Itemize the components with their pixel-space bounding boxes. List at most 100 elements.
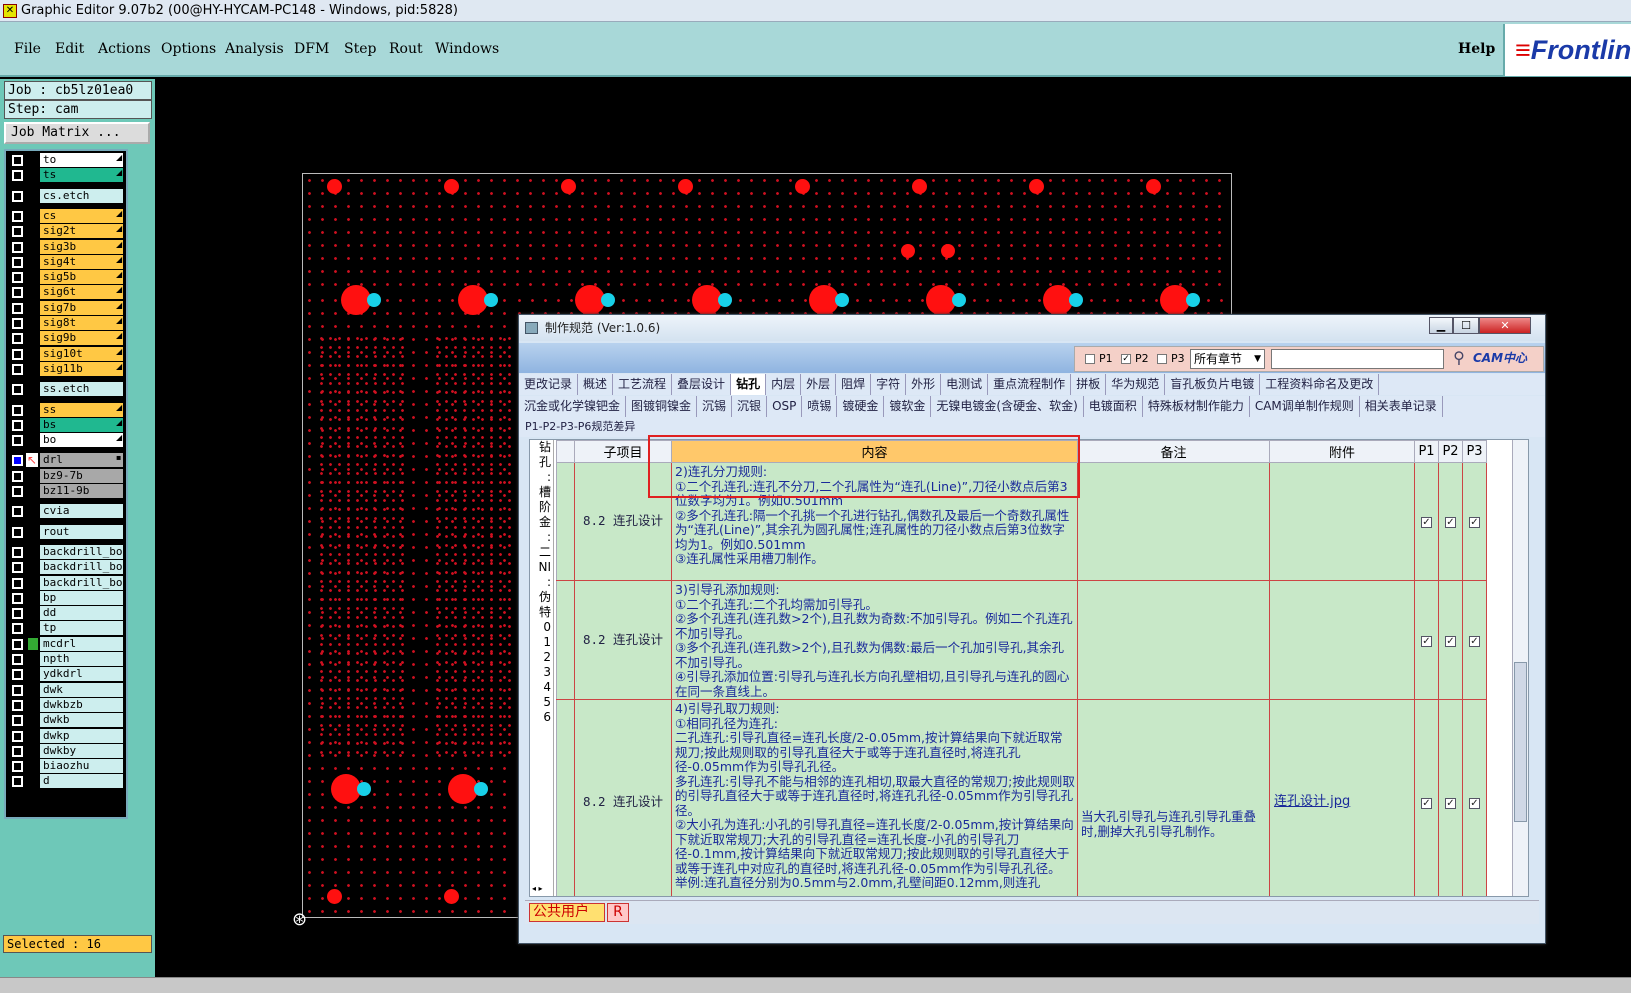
cell-attachment[interactable] <box>1269 462 1415 581</box>
layer-row-sig11b[interactable]: sig11b ◢ <box>6 361 126 377</box>
tab-tabs_row1-13[interactable]: 华为规范 <box>1106 374 1166 395</box>
tab-tabs_row1-1[interactable]: 概述 <box>578 374 614 395</box>
table-row[interactable]: 8.2 连孔设计 4)引导孔取刀规则: ①相同孔径为连孔: 二孔连孔:引导孔直径=… <box>556 699 1487 896</box>
tab-tabs_row2-8[interactable]: 无镍电镀金(含硬金、软金) <box>931 396 1084 417</box>
cell-p3[interactable]: ✓ <box>1462 462 1487 581</box>
search-icon[interactable]: ⚲ <box>1448 348 1470 370</box>
layer-checkbox[interactable] <box>12 506 23 518</box>
layer-checkbox[interactable] <box>12 761 23 773</box>
layer-checkbox[interactable] <box>12 546 23 558</box>
layer-name[interactable]: sig6t <box>40 285 123 300</box>
tab-tabs_row2-0[interactable]: 沉金或化学镍钯金 <box>519 396 627 417</box>
p2-check-icon[interactable]: ✓ <box>1445 517 1456 529</box>
menu-options[interactable]: Options <box>161 41 216 57</box>
tab-tabs_row2-1[interactable]: 图镀铜镍金 <box>626 396 698 417</box>
layer-name[interactable]: dwkbzb <box>40 697 123 712</box>
cell-note[interactable] <box>1077 462 1270 581</box>
layer-name[interactable]: npth <box>40 652 123 666</box>
layer-row-dwk[interactable]: dwk <box>6 682 126 698</box>
tab-tabs_row2-10[interactable]: 特殊板材制作能力 <box>1143 396 1250 417</box>
layer-row-ts[interactable]: ts ◢ <box>6 168 126 183</box>
layer-name[interactable]: ss.etch <box>40 382 123 397</box>
layer-name[interactable]: ydkdrl <box>40 667 123 682</box>
cell-p3[interactable]: ✓ <box>1462 699 1487 896</box>
tab-tabs_row2-11[interactable]: CAM调单制作规则 <box>1250 396 1360 417</box>
table-row[interactable]: 8.2 连孔设计 2)连孔分刀规则: ①二个孔连孔:连孔不分刀,二个孔属性为“连孔… <box>556 462 1487 581</box>
table-row[interactable]: 8.2 连孔设计 3)引导孔添加规则: ①二个孔连孔:二个孔均需加引导孔。 ②多个… <box>556 580 1487 700</box>
layer-row-dwkby[interactable]: dwkby <box>6 743 126 759</box>
layer-row-ss[interactable]: ss ◢ <box>6 402 126 418</box>
cell-p1[interactable]: ✓ <box>1414 699 1439 896</box>
layer-name[interactable]: cs <box>40 208 123 223</box>
layer-checkbox[interactable] <box>12 455 23 467</box>
layer-name[interactable]: to <box>40 153 123 167</box>
layer-row-dwkbzb[interactable]: dwkbzb <box>6 697 126 713</box>
layer-name[interactable]: dwkp <box>40 728 123 743</box>
layer-row-cs.etch[interactable]: cs.etch <box>6 188 126 204</box>
tab-tabs_row1-3[interactable]: 叠层设计 <box>672 374 732 395</box>
layer-row-bz9-7b[interactable]: bz9-7b <box>6 468 126 484</box>
layer-checkbox[interactable] <box>12 272 23 284</box>
layer-checkbox[interactable] <box>12 592 23 604</box>
layer-checkbox[interactable] <box>12 302 23 314</box>
menu-edit[interactable]: Edit <box>55 41 84 57</box>
cell-sub-item[interactable]: 8.2 连孔设计 <box>574 462 672 581</box>
layer-row-d[interactable]: d <box>6 774 126 789</box>
layer-row-cs[interactable]: cs ◢ <box>6 208 126 224</box>
tab-tabs_row2-3[interactable]: 沉银 <box>732 396 768 417</box>
menu-step[interactable]: Step <box>344 41 376 57</box>
col-header-p3[interactable]: P3 <box>1462 440 1487 463</box>
menu-analysis[interactable]: Analysis <box>225 41 284 57</box>
layer-name[interactable]: sig7b <box>40 300 123 315</box>
layer-row-sig2t[interactable]: sig2t ◢ <box>6 224 126 239</box>
layer-checkbox[interactable] <box>12 715 23 727</box>
menu-windows[interactable]: Windows <box>435 41 499 57</box>
layer-row-dwkp[interactable]: dwkp <box>6 728 126 744</box>
layer-row-sig8t[interactable]: sig8t ◢ <box>6 316 126 331</box>
layer-name[interactable]: backdrill_bo <box>40 544 123 559</box>
layer-checkbox[interactable] <box>12 287 23 299</box>
layer-checkbox[interactable] <box>12 170 23 182</box>
cell-attachment[interactable]: 连孔设计.jpg <box>1269 699 1415 896</box>
layer-checkbox[interactable] <box>12 486 23 497</box>
layer-checkbox[interactable] <box>12 435 23 447</box>
tab-tabs_row1-11[interactable]: 重点流程制作 <box>988 374 1072 395</box>
p1-check-icon[interactable]: ✓ <box>1421 797 1432 809</box>
layer-name[interactable]: dwkby <box>40 743 123 758</box>
layer-name[interactable]: dwk <box>40 682 123 697</box>
layer-row-npth[interactable]: npth <box>6 652 126 667</box>
layer-name[interactable]: sig8t <box>40 316 123 330</box>
layer-checkbox[interactable] <box>12 776 23 788</box>
cell-p2[interactable]: ✓ <box>1438 699 1463 896</box>
search-input[interactable] <box>1271 349 1444 369</box>
p1-check-icon[interactable]: ✓ <box>1421 635 1432 647</box>
cell-note[interactable]: 当大孔引导孔与连孔引导孔重叠时,删掉大孔引导孔制作。 <box>1077 699 1270 896</box>
row-header[interactable] <box>556 580 575 700</box>
scrollbar-thumb[interactable] <box>1514 662 1527 822</box>
layer-checkbox[interactable] <box>12 384 23 396</box>
layer-row-rout[interactable]: rout <box>6 524 126 540</box>
tab-tabs_row1-0[interactable]: 更改记录 <box>519 374 579 395</box>
cell-p2[interactable]: ✓ <box>1438 462 1463 581</box>
tab-tabs_row1-7[interactable]: 阻焊 <box>836 374 872 395</box>
layer-row-bp[interactable]: bp <box>6 590 126 606</box>
p3-check-icon[interactable]: ✓ <box>1469 517 1480 529</box>
p2-checkbox[interactable]: ✓ <box>1121 354 1131 364</box>
layer-name[interactable]: sig3b <box>40 239 123 254</box>
menu-help[interactable]: Help <box>1458 41 1495 57</box>
layer-row-sig5b[interactable]: sig5b ◢ <box>6 270 126 285</box>
layer-checkbox[interactable] <box>12 577 23 589</box>
layer-row-bz11-9b[interactable]: bz11-9b <box>6 484 126 499</box>
layer-name[interactable]: sig11b <box>40 361 123 376</box>
chapter-select[interactable]: 所有章节 ▼ <box>1190 349 1265 369</box>
layer-name[interactable]: bp <box>40 590 123 605</box>
menu-file[interactable]: File <box>14 41 41 57</box>
layer-checkbox[interactable] <box>12 745 23 757</box>
cell-sub-item[interactable]: 8.2 连孔设计 <box>574 580 672 700</box>
tab-tabs_row2-4[interactable]: OSP <box>767 396 803 417</box>
row-header[interactable] <box>556 462 575 581</box>
p1-check-icon[interactable]: ✓ <box>1421 517 1432 529</box>
layer-name[interactable]: bo <box>40 433 123 448</box>
layer-checkbox[interactable] <box>12 155 23 166</box>
cell-content[interactable]: 4)引导孔取刀规则: ①相同孔径为连孔: 二孔连孔:引导孔直径=连孔长度/2-0… <box>671 699 1078 896</box>
